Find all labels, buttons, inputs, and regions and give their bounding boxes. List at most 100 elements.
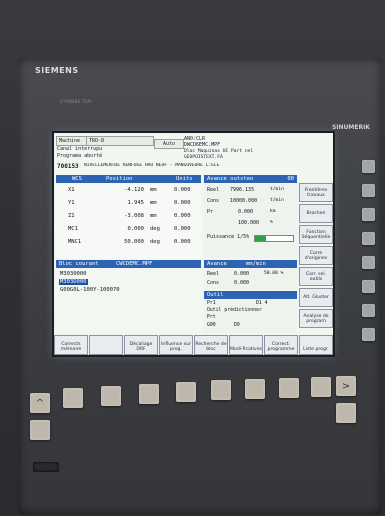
program-line[interactable]: G00G0L-100Y-100070 (59, 287, 121, 293)
spindle-title: Avance (207, 261, 227, 267)
hardware-softkey-right-5[interactable] (362, 256, 375, 269)
axis-name: X1 (68, 187, 75, 193)
arrow-up-key[interactable]: ^ (30, 393, 50, 413)
hardware-softkey-bottom-5[interactable] (211, 380, 231, 400)
hardware-softkey-right-2[interactable] (362, 184, 375, 197)
status-right-2: GEOPOISTEXT.FA (184, 155, 223, 160)
softkey-bottom-6[interactable]: Modi-ficatives (229, 335, 263, 355)
feed-row-unit: t/min (270, 187, 284, 192)
panel-subbrand: 2°PONER TLM (60, 99, 92, 104)
hardware-softkey-bottom-6[interactable] (245, 379, 265, 399)
axis-distance: 0.000 (174, 239, 191, 245)
axis-distance: 0.000 (174, 187, 191, 193)
feed-row-label: Cons (207, 198, 220, 204)
axis-unit: mm (150, 213, 157, 219)
wcs-table: X1 -4.120 mm 0.000 Y1 1.945 mm 0.000 Z1 … (56, 184, 201, 258)
softkey-bottom-3[interactable]: Décaliage DRF (124, 335, 158, 355)
softkey-bottom-2[interactable] (89, 335, 123, 355)
axis-position: -3.008 (124, 213, 144, 219)
axis-distance: 0.000 (174, 213, 191, 219)
wcs-position-col: Position (106, 176, 133, 182)
feed-row-value: 7996.135 (230, 187, 255, 193)
wcs-header: WCS Position Units (56, 175, 201, 183)
tool-title: Outil (207, 292, 224, 298)
siemens-logo: SIEMENS (35, 66, 79, 75)
spindle-row-value: 0.000 (234, 271, 250, 277)
program-status: Programa aborté (57, 153, 103, 159)
arrow-right-icon: > (341, 380, 351, 392)
hardware-softkey-right-4[interactable] (362, 232, 375, 245)
softkey-bottom-7[interactable]: Correct. programme (264, 335, 298, 355)
menu-select-key[interactable] (336, 403, 356, 423)
program-file: CWCDEMC.MPF (116, 261, 153, 267)
tool-row-label: Prt (207, 315, 216, 320)
recall-key[interactable] (30, 420, 50, 440)
tool-row-value: D0 (234, 323, 240, 328)
softkey-right-2[interactable]: Brochen (299, 204, 333, 223)
softkey-bottom-4[interactable]: Influence sur prog. (159, 335, 193, 355)
axis-name: MC1 (68, 226, 78, 232)
spindle-header: Avance mm/min (204, 260, 297, 268)
program-block-title: Bloc courant (59, 261, 99, 267)
alarm-text: NIVELLEMENTDE RENFUGE HAU NEUF - MANGOVE… (84, 163, 220, 168)
program-line-selected[interactable]: M303D000 (59, 279, 88, 285)
arrow-right-key[interactable]: > (336, 376, 356, 396)
hardware-softkey-bottom-8[interactable] (311, 377, 331, 397)
hardware-softkey-right-7[interactable] (362, 304, 375, 317)
feed-table: Reel 7996.135 t/min Cons 10000.000 t/min… (204, 184, 297, 258)
machine-label: Machine (56, 136, 88, 146)
softkey-bottom-8[interactable]: Liste progr. (299, 335, 333, 355)
feed-row-unit: t/min (270, 198, 284, 203)
program-header: Bloc courant CWCDEMC.MPF (56, 260, 201, 268)
feed-row-unit: km (270, 209, 276, 214)
softkey-right-6[interactable]: Alt. Gluster (299, 288, 333, 307)
power-label: Puissance 1/5% (207, 234, 250, 240)
axis-unit: mm (150, 200, 157, 206)
usb-port (33, 462, 59, 472)
arrow-up-icon: ^ (35, 397, 45, 409)
tool-row-label: G00 (207, 323, 216, 328)
sinumerik-label: SINUMERIK (331, 124, 370, 131)
softkey-bottom-1[interactable]: Corrects mémoire (54, 335, 88, 355)
axis-unit: deg (150, 226, 160, 232)
feed-row-value: 0.000 (238, 209, 254, 215)
tool-header: Outil (204, 291, 297, 299)
softkey-right-1[interactable]: Frontières travaux (299, 183, 333, 202)
feed-row-value: 10000.000 (230, 198, 258, 204)
hardware-softkey-right-1[interactable] (362, 160, 375, 173)
hardware-softkey-right-3[interactable] (362, 208, 375, 221)
cnc-screen: Machine TRO-8 Canal interrupu Programa a… (54, 133, 333, 355)
tool-row-label: Outil prédictionner (207, 308, 262, 313)
softkey-right-3[interactable]: Fonction Séquentielle (299, 225, 333, 244)
wcs-title: WCS (72, 176, 82, 182)
hardware-softkey-bottom-3[interactable] (139, 384, 159, 404)
softkey-bottom-5[interactable]: Recherche de bloc (194, 335, 228, 355)
feed-row-label: Pr (207, 209, 214, 215)
spindle-unit: mm/min (246, 261, 266, 267)
axis-position: 0.000 (127, 226, 144, 232)
hardware-softkey-bottom-7[interactable] (279, 378, 299, 398)
softkey-right-5[interactable]: Corr. sel. outils (299, 267, 333, 286)
hardware-softkey-bottom-1[interactable] (63, 388, 83, 408)
feed-override-unit: % (270, 220, 273, 225)
wcs-units-col: Units (176, 176, 193, 182)
spindle-row-label: Cons (207, 280, 220, 286)
power-bar-fill (255, 236, 267, 241)
program-listing[interactable]: M3030000 M303D000 G00G0L-100Y-100070 (56, 269, 201, 333)
program-line[interactable]: M3030000 (59, 271, 88, 277)
softkey-right-4[interactable]: Corre d'origines (299, 246, 333, 265)
axis-unit: deg (150, 239, 160, 245)
axis-name: Z1 (68, 213, 75, 219)
hardware-softkey-bottom-2[interactable] (101, 386, 121, 406)
tool-row-extra: D1 4 (256, 301, 268, 306)
softkey-right-7[interactable]: Analyse de program (299, 309, 333, 328)
hardware-softkey-bottom-4[interactable] (176, 382, 196, 402)
hardware-softkey-right-6[interactable] (362, 280, 375, 293)
hardware-softkey-right-8[interactable] (362, 328, 375, 341)
axis-unit: mm (150, 187, 157, 193)
spindle-table: Reel 0.000 50.00 % Cons 0.000 (204, 269, 297, 289)
status-right-1: Dlac Maquinas UC Part nel (184, 149, 254, 154)
feed-badge: 00 (287, 176, 294, 182)
feed-override-value: 100.000 (238, 220, 260, 226)
feed-header: Avance outsteo 00 (204, 175, 297, 183)
